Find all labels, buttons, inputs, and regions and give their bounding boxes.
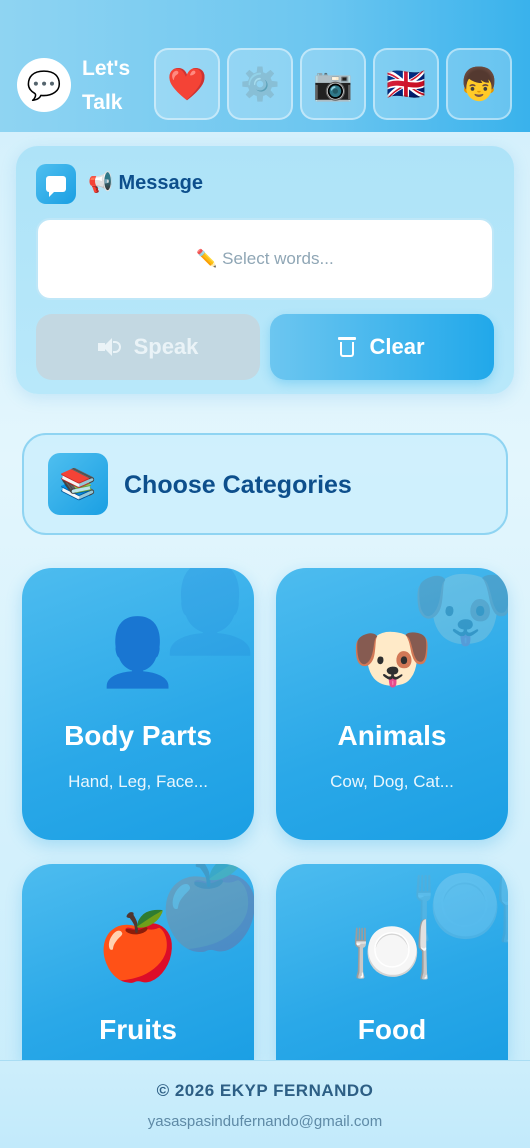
- camera-button[interactable]: 📷: [300, 48, 366, 120]
- category-card-fruits[interactable]: 🍎 🍎 Fruits: [22, 864, 254, 1060]
- copyright-text: © 2026 EKYP FERNANDO: [156, 1081, 374, 1100]
- plate-cutlery-icon: 🍽️: [350, 913, 434, 987]
- category-title: Fruits: [99, 1014, 177, 1045]
- speak-label: Speak: [133, 334, 199, 359]
- category-card-body-parts[interactable]: 👤 👤 Body Parts Hand, Leg, Face...: [22, 568, 254, 840]
- profile-button[interactable]: 👦: [446, 48, 512, 120]
- contact-email[interactable]: yasaspasindufernando@gmail.com: [0, 1113, 530, 1130]
- speak-button[interactable]: Speak: [36, 314, 260, 380]
- boy-avatar-icon: 👦: [459, 66, 499, 102]
- app-title: Let's Talk: [82, 57, 131, 114]
- apple-icon: 🍎: [96, 909, 180, 983]
- category-card-food[interactable]: 🍽️ 🍽️ Food: [276, 864, 508, 1060]
- person-icon: 👤: [96, 615, 180, 689]
- category-title: Animals: [337, 720, 447, 751]
- trash-icon: [338, 337, 357, 357]
- category-card-animals[interactable]: 🐶 🐶 Animals Cow, Dog, Cat...: [276, 568, 508, 840]
- categories-title: Choose Categories: [124, 471, 352, 499]
- footer: © 2026 EKYP FERNANDO yasaspasindufernand…: [0, 1060, 530, 1148]
- categories-header: 📚 Choose Categories: [22, 433, 508, 535]
- app-header: 💬 Let's Talk ❤️ ⚙️ 📷 🇬🇧 👦: [0, 0, 530, 132]
- category-subtitle: Hand, Leg, Face...: [68, 772, 208, 791]
- message-card: 📢 Message ✏️ Select words... Speak Clear: [16, 146, 514, 394]
- message-title: 📢 Message: [88, 172, 203, 194]
- message-input[interactable]: ✏️ Select words...: [36, 218, 494, 300]
- books-icon: 📚: [48, 453, 108, 515]
- category-title: Food: [357, 1014, 427, 1045]
- clear-button[interactable]: Clear: [270, 314, 494, 380]
- clear-label: Clear: [369, 334, 425, 359]
- chat-bubble-logo-icon: 💬: [17, 58, 71, 112]
- speaker-icon: [97, 338, 121, 356]
- gear-icon: ⚙️: [240, 66, 280, 102]
- language-button[interactable]: 🇬🇧: [373, 48, 439, 120]
- message-placeholder: ✏️ Select words...: [196, 249, 334, 268]
- dog-icon: 🐶: [350, 621, 434, 695]
- favorites-button[interactable]: ❤️: [154, 48, 220, 120]
- category-title: Body Parts: [64, 720, 212, 751]
- category-subtitle: Cow, Dog, Cat...: [330, 772, 454, 791]
- uk-flag-icon: 🇬🇧: [386, 66, 426, 102]
- heart-icon: ❤️: [167, 66, 207, 102]
- message-icon: [36, 164, 76, 204]
- camera-icon: 📷: [313, 66, 353, 102]
- settings-button[interactable]: ⚙️: [227, 48, 293, 120]
